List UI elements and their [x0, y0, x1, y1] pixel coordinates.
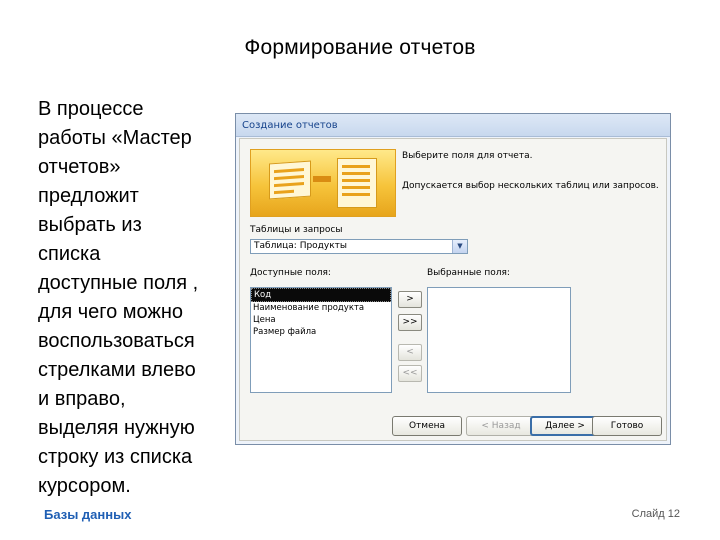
back-button[interactable]: < Назад [466, 416, 536, 436]
dialog-titlebar[interactable]: Создание отчетов [236, 114, 670, 137]
slide-body-text: В процессе работы «Мастер отчетов» предл… [38, 98, 199, 497]
list-item[interactable]: Наименование продукта [251, 302, 391, 314]
selected-fields-list[interactable] [427, 287, 571, 393]
available-fields-list[interactable]: Код Наименование продукта Цена Размер фа… [250, 287, 392, 393]
add-field-button[interactable]: > [398, 291, 422, 308]
remove-field-button[interactable]: < [398, 344, 422, 361]
table-select-value: Таблица: Продукты [254, 241, 348, 251]
slide-number: Слайд 12 [631, 508, 680, 520]
finish-button[interactable]: Готово [592, 416, 662, 436]
add-all-fields-button[interactable]: >> [398, 314, 422, 331]
available-fields-label: Доступные поля: [250, 268, 331, 278]
list-item[interactable]: Цена [251, 314, 391, 326]
instruction-subtext: Допускается выбор нескольких таблиц или … [402, 181, 659, 191]
instruction-text: Выберите поля для отчета. [402, 151, 533, 161]
remove-all-fields-button[interactable]: << [398, 365, 422, 382]
footer-course-name: Базы данных [44, 507, 132, 522]
report-wizard-icon [250, 149, 396, 217]
list-item[interactable]: Код [251, 288, 391, 302]
list-item[interactable]: Размер файла [251, 326, 391, 338]
dialog-title: Создание отчетов [242, 119, 338, 131]
table-select[interactable]: Таблица: Продукты ▼ [250, 239, 468, 254]
report-wizard-dialog: Создание отчетов Выберите поля для отчет… [235, 113, 671, 445]
next-button[interactable]: Далее > [530, 416, 600, 436]
slide-title: Формирование отчетов [244, 36, 476, 59]
chevron-down-icon[interactable]: ▼ [452, 240, 467, 253]
tables-queries-label: Таблицы и запросы [250, 225, 343, 235]
cancel-button[interactable]: Отмена [392, 416, 462, 436]
selected-fields-label: Выбранные поля: [427, 268, 510, 278]
dialog-content: Выберите поля для отчета. Допускается вы… [239, 138, 667, 441]
